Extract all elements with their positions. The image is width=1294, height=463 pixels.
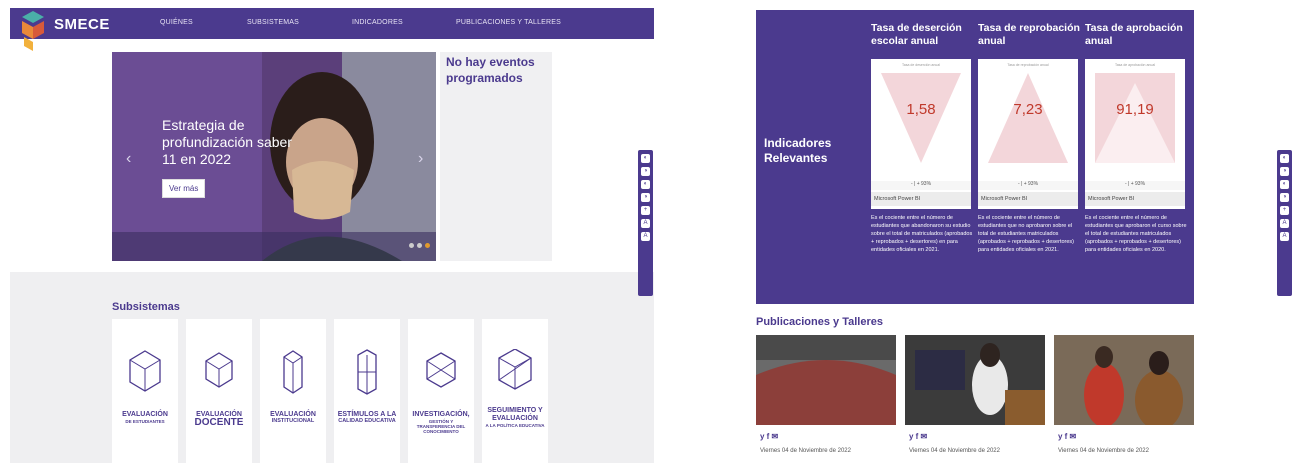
publication-image[interactable] xyxy=(905,335,1045,425)
font-size-icon[interactable]: A xyxy=(641,219,650,228)
font-size-icon[interactable]: A xyxy=(1280,219,1289,228)
powerbi-embed[interactable]: Tasa de reprobación anual 7,23 - | + 93%… xyxy=(978,59,1078,209)
powerbi-embed[interactable]: Tasa de aprobación anual 91,19 - | + 93%… xyxy=(1085,59,1185,209)
cube-icon xyxy=(129,350,161,392)
publications-title: Publicaciones y Talleres xyxy=(756,316,883,328)
top-navigation: SMECE QUIÉNES SUBSISTEMAS INDICADORES PU… xyxy=(10,8,654,51)
left-screenshot: SMECE QUIÉNES SUBSISTEMAS INDICADORES PU… xyxy=(10,8,654,463)
powerbi-footer[interactable]: Microsoft Power BI xyxy=(871,192,971,206)
contrast-icon[interactable]: ◑ xyxy=(1280,167,1289,176)
events-panel: No hay eventos programados xyxy=(440,52,552,261)
subsystem-card-institucional[interactable]: EVALUACIÓN INSTITUCIONAL xyxy=(260,319,326,463)
cube-icon xyxy=(357,349,377,395)
page: SMECE QUIÉNES SUBSISTEMAS INDICADORES PU… xyxy=(0,0,1294,463)
card-label-sub: INSTITUCIONAL xyxy=(271,418,315,424)
card-label-main: SEGUIMIENTO Y EVALUACIÓN xyxy=(487,407,543,422)
contrast-icon[interactable]: ◑ xyxy=(641,167,650,176)
indicator-value: 1,58 xyxy=(906,101,936,118)
publication-date: Viernes 04 de Noviembre de 2022 xyxy=(1058,448,1149,454)
carousel-prev-icon[interactable]: ‹ xyxy=(126,150,131,168)
card-label-sub: DOCENTE xyxy=(194,417,244,428)
indicators-section: Indicadores Relevantes Tasa de deserción… xyxy=(756,10,1194,304)
share-icons[interactable]: y f ✉ xyxy=(909,432,927,441)
chart-caption: Tasa de aprobación anual xyxy=(1114,63,1156,67)
contrast-icon[interactable]: ◐ xyxy=(1280,154,1289,163)
contrast-icon[interactable]: ◑ xyxy=(641,193,650,202)
contrast-icon[interactable]: ◐ xyxy=(1280,180,1289,189)
events-title: No hay eventos programados xyxy=(446,55,535,85)
indicator-value: 7,23 xyxy=(1013,101,1043,118)
font-size-icon[interactable]: A xyxy=(1280,232,1289,241)
accessibility-toolbar: ◐ ◑ ◐ ◑ + A A xyxy=(1277,150,1292,296)
nav-quienes[interactable]: QUIÉNES xyxy=(160,19,193,26)
cube-icon xyxy=(498,349,532,390)
card-label-sub: DE ESTUDIANTES xyxy=(125,419,165,424)
indicator-title: Tasa de reprobación anual xyxy=(978,22,1080,47)
publication-image[interactable] xyxy=(756,335,896,425)
publication-date: Viernes 04 de Noviembre de 2022 xyxy=(760,448,851,454)
card-label-sub: A LA POLÍTICA EDUCATIVA xyxy=(485,423,545,428)
gauge-shape xyxy=(988,73,1068,163)
powerbi-footer[interactable]: Microsoft Power BI xyxy=(1085,192,1185,206)
indicator-description: Es el cociente entre el número de estudi… xyxy=(978,215,1075,253)
chart-caption: Tasa de reprobación anual xyxy=(1007,63,1049,67)
nav-publicaciones[interactable]: PUBLICACIONES Y TALLERES xyxy=(456,19,561,26)
gauge-shape xyxy=(1095,73,1175,163)
subsystems-section xyxy=(10,272,654,463)
publication-date: Viernes 04 de Noviembre de 2022 xyxy=(909,448,1000,454)
cube-icon xyxy=(205,352,233,388)
gauge-shape xyxy=(881,73,961,163)
carousel-next-icon[interactable]: › xyxy=(418,150,423,168)
subsystem-card-seguimiento[interactable]: SEGUIMIENTO Y EVALUACIÓN A LA POLÍTICA ED… xyxy=(482,319,548,463)
hero-more-button[interactable]: Ver más xyxy=(162,179,206,198)
card-label-main: ESTÍMULOS A LA xyxy=(337,411,397,418)
hero-title: Estrategia de profundización saber 11 en… xyxy=(162,117,292,167)
carousel-dots[interactable] xyxy=(406,235,430,253)
smece-logo-icon[interactable] xyxy=(20,11,46,51)
accessibility-toolbar: ◐ ◑ ◐ ◑ + A A xyxy=(638,150,653,296)
carousel-dot[interactable] xyxy=(417,243,422,248)
right-screenshot: Indicadores Relevantes Tasa de deserción… xyxy=(756,10,1194,463)
carousel-dot-active[interactable] xyxy=(425,243,430,248)
zoom-controls[interactable]: - | + 93% xyxy=(978,181,1078,190)
share-icons[interactable]: y f ✉ xyxy=(1058,432,1076,441)
contrast-icon[interactable]: ◐ xyxy=(641,154,650,163)
card-label-main: INVESTIGACIÓN, xyxy=(412,411,470,418)
font-size-icon[interactable]: A xyxy=(641,232,650,241)
indicator-title: Tasa de aprobación anual xyxy=(1085,22,1183,47)
subsystem-card-estudiantes[interactable]: EVALUACIÓN DE ESTUDIANTES xyxy=(112,319,178,463)
indicator-description: Es el cociente entre el número de estudi… xyxy=(1085,215,1187,253)
nav-subsistemas[interactable]: SUBSISTEMAS xyxy=(247,19,299,26)
subsystems-title: Subsistemas xyxy=(112,301,180,313)
zoom-controls[interactable]: - | + 93% xyxy=(871,181,971,190)
zoom-controls[interactable]: - | + 93% xyxy=(1085,181,1185,190)
brand-name[interactable]: SMECE xyxy=(54,16,110,33)
powerbi-embed[interactable]: Tasa de deserción anual 1,58 - | + 93% M… xyxy=(871,59,971,209)
share-icons[interactable]: y f ✉ xyxy=(760,432,778,441)
card-label-main: EVALUACIÓN xyxy=(270,411,316,418)
contrast-icon[interactable]: ◑ xyxy=(1280,193,1289,202)
card-label-main: EVALUACIÓN xyxy=(122,411,168,418)
indicator-title: Tasa de deserción escolar anual xyxy=(871,22,962,47)
indicator-description: Es el cociente entre el número de estudi… xyxy=(871,215,973,253)
subsystem-card-docente[interactable]: EVALUACIÓN DOCENTE xyxy=(186,319,252,463)
zoom-in-icon[interactable]: + xyxy=(1280,206,1289,215)
card-label-sub: CALIDAD EDUCATIVA xyxy=(338,418,396,424)
indicators-heading: Indicadores Relevantes xyxy=(764,136,832,165)
cube-icon xyxy=(283,350,303,394)
nav-indicadores[interactable]: INDICADORES xyxy=(352,19,403,26)
subsystem-card-investigacion[interactable]: INVESTIGACIÓN, GESTIÓN Y TRANSFERENCIA DE… xyxy=(408,319,474,463)
carousel-dot[interactable] xyxy=(409,243,414,248)
powerbi-footer[interactable]: Microsoft Power BI xyxy=(978,192,1078,206)
publication-image[interactable] xyxy=(1054,335,1194,425)
zoom-in-icon[interactable]: + xyxy=(641,206,650,215)
card-label-sub: GESTIÓN Y TRANSFERENCIA DEL CONOCIMIENTO xyxy=(416,419,466,434)
hero-carousel[interactable]: Estrategia de profundización saber 11 en… xyxy=(112,52,436,261)
cube-icon xyxy=(426,352,456,388)
contrast-icon[interactable]: ◐ xyxy=(641,180,650,189)
indicator-value: 91,19 xyxy=(1116,101,1154,118)
chart-caption: Tasa de deserción anual xyxy=(902,63,940,67)
subsystem-card-estimulos[interactable]: ESTÍMULOS A LA CALIDAD EDUCATIVA xyxy=(334,319,400,463)
